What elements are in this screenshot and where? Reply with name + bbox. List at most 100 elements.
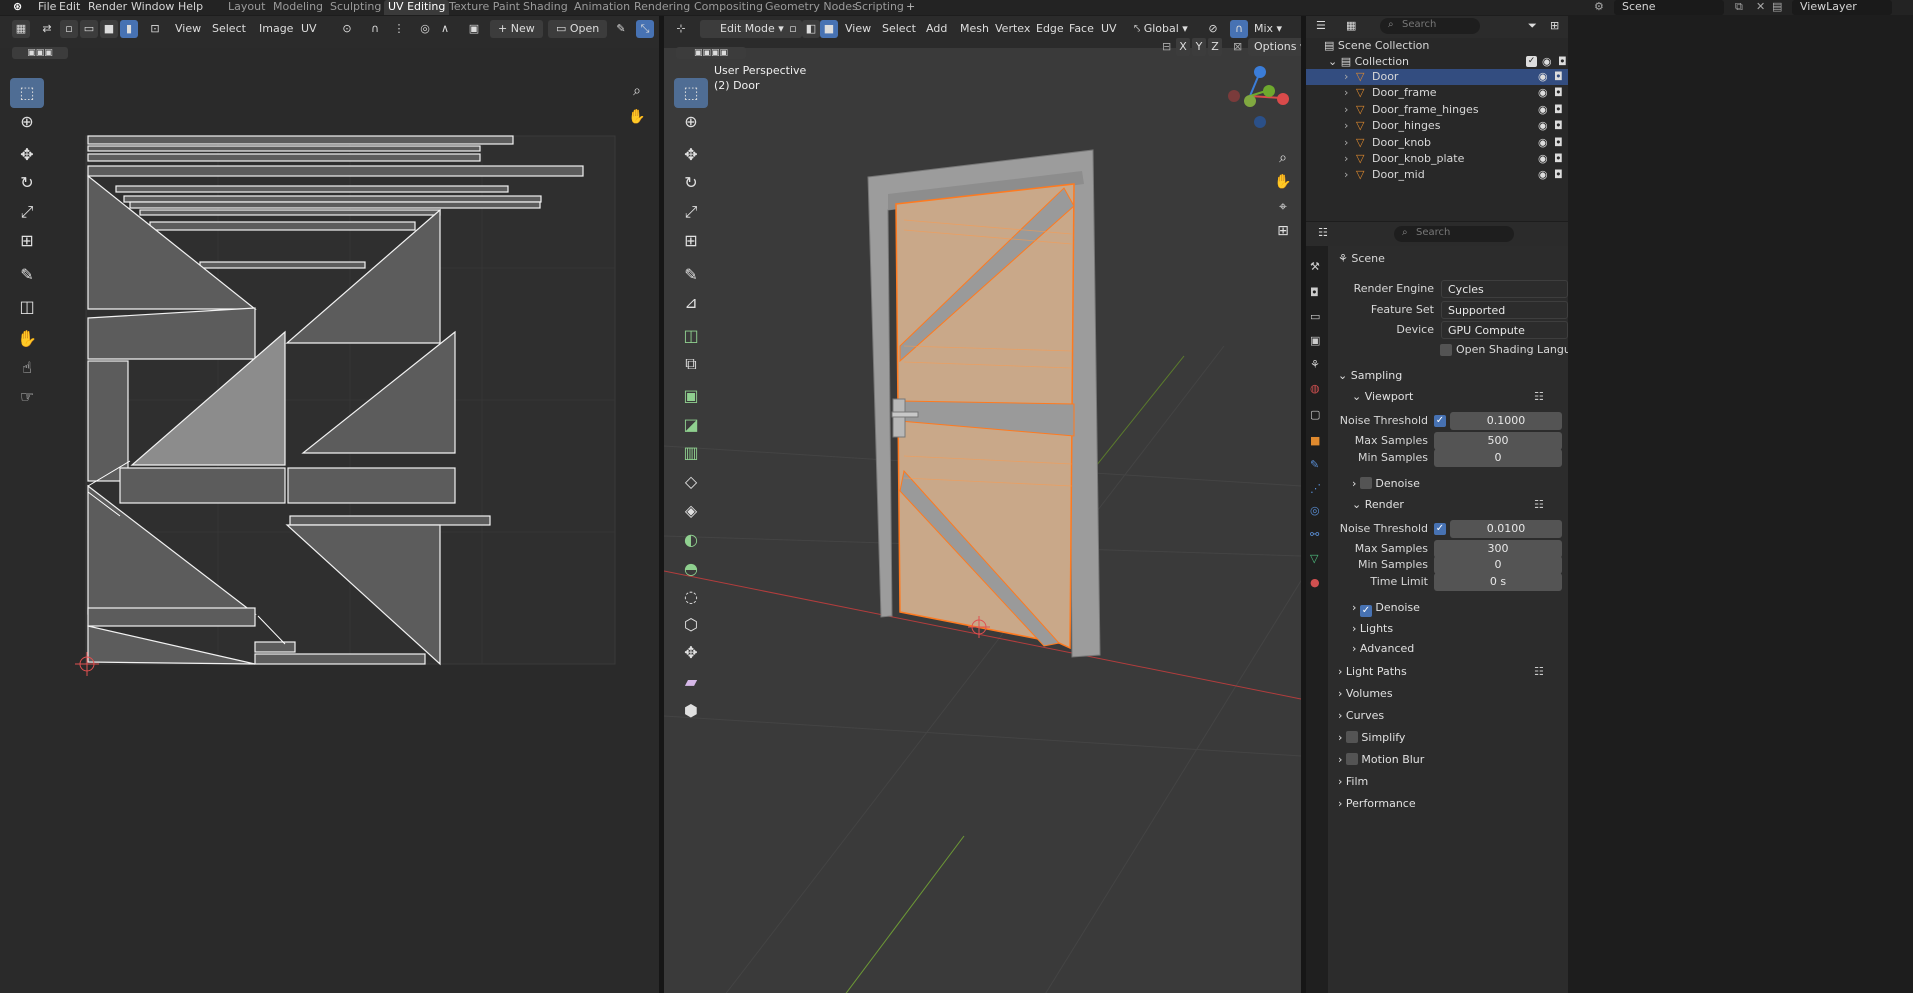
tab-modeling[interactable]: Modeling bbox=[273, 0, 323, 15]
data-tab-icon[interactable]: ▽ bbox=[1310, 552, 1318, 565]
expand-arrow-icon[interactable]: › bbox=[1344, 135, 1348, 151]
viewport-noise-threshold-checkbox[interactable]: ✓ bbox=[1434, 415, 1446, 427]
tab-uv-editing[interactable]: UV Editing bbox=[384, 0, 450, 15]
render-camera-icon[interactable]: ◘ bbox=[1554, 135, 1563, 151]
vp-rotate-tool-icon[interactable]: ↻ bbox=[674, 168, 708, 198]
knife-tool-icon[interactable]: ◇ bbox=[674, 467, 708, 497]
add-workspace-button[interactable]: + bbox=[906, 0, 915, 15]
edge-slide-tool-icon[interactable]: ⬡ bbox=[674, 610, 708, 640]
render-denoise-subpanel[interactable]: › ✓ Denoise bbox=[1352, 598, 1420, 618]
outliner-object-row[interactable]: › ▽ Door_frame ◉ ◘ bbox=[1306, 85, 1568, 101]
motion-blur-panel[interactable]: › Motion Blur bbox=[1338, 750, 1424, 770]
tab-rendering[interactable]: Rendering bbox=[634, 0, 690, 15]
viewport-presets-icon[interactable]: ☷ bbox=[1534, 390, 1544, 403]
visibility-eye-icon[interactable]: ◉ bbox=[1538, 85, 1548, 101]
material-tab-icon[interactable]: ● bbox=[1310, 576, 1320, 589]
shear-tool-icon[interactable]: ▰ bbox=[674, 667, 708, 697]
expand-arrow-icon[interactable]: › bbox=[1344, 85, 1348, 101]
viewport-denoise-subpanel[interactable]: › Denoise bbox=[1352, 474, 1420, 494]
vp-annotate-tool-icon[interactable]: ✎ bbox=[674, 260, 708, 290]
display-mode-icon[interactable]: ▦ bbox=[1346, 19, 1356, 32]
delete-scene-icon[interactable]: ✕ bbox=[1756, 0, 1765, 15]
volumes-panel[interactable]: › Volumes bbox=[1338, 684, 1393, 704]
render-denoise-checkbox[interactable]: ✓ bbox=[1359, 605, 1372, 617]
menu-edit[interactable]: Edit bbox=[59, 0, 80, 15]
new-scene-icon[interactable]: ⧉ bbox=[1735, 0, 1743, 15]
render-time-limit-field[interactable]: 0 s bbox=[1434, 573, 1562, 591]
physics-tab-icon[interactable]: ◎ bbox=[1310, 504, 1320, 517]
outliner-object-row[interactable]: › ▽ Door_mid ◉ ◘ bbox=[1306, 167, 1568, 183]
render-camera-icon[interactable]: ◘ bbox=[1554, 118, 1563, 134]
bevel-tool-icon[interactable]: ◪ bbox=[674, 410, 708, 440]
vp-select-box-tool-icon[interactable]: ⬚ bbox=[674, 78, 708, 108]
tab-geometry-nodes[interactable]: Geometry Nodes bbox=[765, 0, 858, 15]
visibility-eye-icon[interactable]: ◉ bbox=[1538, 118, 1548, 134]
rip-region-tool-icon[interactable]: ⬢ bbox=[674, 696, 708, 726]
render-noise-threshold-checkbox[interactable]: ✓ bbox=[1434, 523, 1446, 535]
menu-help[interactable]: Help bbox=[178, 0, 203, 15]
spin-tool-icon[interactable]: ◐ bbox=[674, 525, 708, 555]
render-camera-icon[interactable]: ◘ bbox=[1554, 102, 1563, 118]
render-camera-icon[interactable]: ◘ bbox=[1554, 85, 1563, 101]
new-collection-icon[interactable]: ⊞ bbox=[1550, 19, 1559, 32]
sampling-panel-header[interactable]: ⌄ Sampling bbox=[1338, 366, 1402, 386]
tab-sculpting[interactable]: Sculpting bbox=[330, 0, 381, 15]
uv-layout-canvas[interactable] bbox=[0, 16, 659, 993]
inset-tool-icon[interactable]: ▣ bbox=[674, 381, 708, 411]
render-camera-icon[interactable]: ◘ bbox=[1554, 151, 1563, 167]
perspective-toggle-icon[interactable]: ⊞ bbox=[1269, 216, 1297, 246]
film-panel[interactable]: › Film bbox=[1338, 772, 1368, 792]
vp-scale-tool-icon[interactable]: ⤢ bbox=[674, 197, 708, 227]
device-dropdown[interactable]: GPU Compute bbox=[1441, 321, 1568, 339]
expand-arrow-icon[interactable]: › bbox=[1344, 151, 1348, 167]
visibility-eye-icon[interactable]: ◉ bbox=[1538, 69, 1548, 85]
tab-shading[interactable]: Shading bbox=[523, 0, 568, 15]
particles-tab-icon[interactable]: ⋰ bbox=[1310, 482, 1321, 495]
poly-build-tool-icon[interactable]: ◈ bbox=[674, 496, 708, 526]
collection-tab-icon[interactable]: ▢ bbox=[1310, 408, 1320, 421]
performance-panel[interactable]: › Performance bbox=[1338, 794, 1416, 814]
outliner-object-row[interactable]: › ▽ Door_frame_hinges ◉ ◘ bbox=[1306, 102, 1568, 118]
constraints-tab-icon[interactable]: ⚯ bbox=[1310, 528, 1319, 541]
visibility-eye-icon[interactable]: ◉ bbox=[1538, 102, 1548, 118]
measure-tool-icon[interactable]: ⊿ bbox=[674, 288, 708, 318]
expand-arrow-icon[interactable]: › bbox=[1344, 167, 1348, 183]
expand-arrow-icon[interactable]: › bbox=[1344, 102, 1348, 118]
outliner-object-row[interactable]: › ▽ Door ◉ ◘ bbox=[1306, 69, 1568, 85]
advanced-subpanel[interactable]: › Advanced bbox=[1352, 639, 1414, 659]
light-paths-panel[interactable]: › Light Paths bbox=[1338, 662, 1407, 682]
outliner-editor-type-icon[interactable]: ☰ bbox=[1316, 19, 1326, 32]
viewport-canvas[interactable] bbox=[664, 16, 1301, 993]
shrink-fatten-tool-icon[interactable]: ✥ bbox=[674, 638, 708, 668]
view-layer-tab-icon[interactable]: ▣ bbox=[1310, 334, 1320, 347]
lights-subpanel[interactable]: › Lights bbox=[1352, 619, 1393, 639]
scene-tab-icon[interactable]: ⚘ bbox=[1310, 358, 1320, 371]
extrude-tool-icon[interactable]: ⧉ bbox=[674, 349, 708, 379]
expand-arrow-icon[interactable]: › bbox=[1344, 69, 1348, 85]
filter-icon[interactable]: ⏷ bbox=[1528, 19, 1537, 33]
view-layer-selector[interactable]: ViewLayer bbox=[1792, 0, 1892, 15]
motion-blur-checkbox[interactable] bbox=[1345, 753, 1358, 765]
osl-checkbox[interactable] bbox=[1440, 344, 1452, 356]
outliner-object-row[interactable]: › ▽ Door_knob_plate ◉ ◘ bbox=[1306, 151, 1568, 167]
blender-logo-icon[interactable]: ⊛ bbox=[13, 0, 22, 15]
expand-arrow-icon[interactable]: › bbox=[1344, 118, 1348, 134]
visibility-eye-icon[interactable]: ◉ bbox=[1538, 167, 1548, 183]
collection-checkbox[interactable]: ✓ bbox=[1526, 56, 1537, 67]
vp-move-tool-icon[interactable]: ✥ bbox=[674, 140, 708, 170]
render-tab-icon[interactable]: ◘ bbox=[1310, 286, 1319, 299]
visibility-eye-icon[interactable]: ◉ bbox=[1538, 135, 1548, 151]
output-tab-icon[interactable]: ▭ bbox=[1310, 310, 1320, 323]
world-tab-icon[interactable]: ◍ bbox=[1310, 382, 1320, 395]
render-engine-dropdown[interactable]: Cycles bbox=[1441, 280, 1568, 298]
viewport-noise-threshold-field[interactable]: 0.1000 bbox=[1450, 412, 1562, 430]
simplify-checkbox[interactable] bbox=[1345, 731, 1358, 743]
render-subpanel-header[interactable]: ⌄ Render bbox=[1352, 495, 1404, 515]
add-cube-tool-icon[interactable]: ◫ bbox=[674, 321, 708, 351]
randomize-tool-icon[interactable]: ◌ bbox=[674, 582, 708, 612]
render-noise-threshold-field[interactable]: 0.0100 bbox=[1450, 520, 1562, 538]
outliner-object-row[interactable]: › ▽ Door_knob ◉ ◘ bbox=[1306, 135, 1568, 151]
modifiers-tab-icon[interactable]: ✎ bbox=[1310, 458, 1319, 471]
render-min-samples-field[interactable]: 0 bbox=[1434, 556, 1562, 574]
simplify-panel[interactable]: › Simplify bbox=[1338, 728, 1405, 748]
